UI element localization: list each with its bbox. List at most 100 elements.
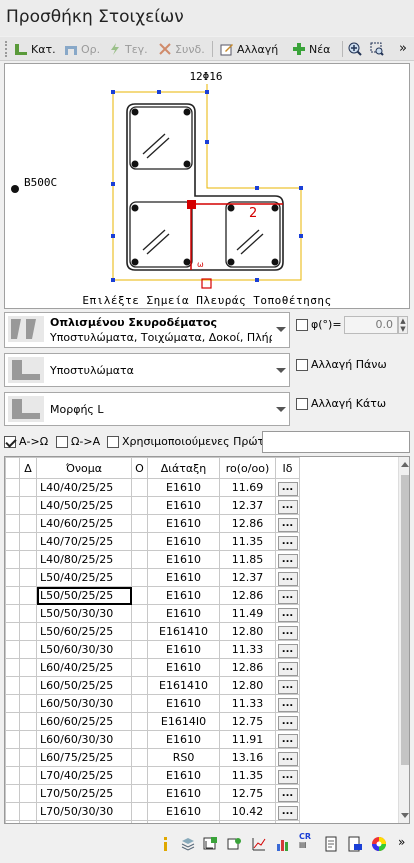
- scroll-up-icon[interactable]: [401, 462, 409, 467]
- allagi-button[interactable]: Αλλαγή: [220, 40, 278, 58]
- cell-layout[interactable]: E1610: [147, 586, 220, 605]
- cell-name[interactable]: L50/50/25/25: [36, 586, 132, 605]
- cell-ro[interactable]: 11.35: [219, 766, 276, 785]
- row-details-button[interactable]: ...: [277, 553, 298, 568]
- cell-delta[interactable]: [19, 784, 37, 803]
- cell-o[interactable]: [131, 622, 148, 641]
- document-icon[interactable]: [323, 836, 339, 852]
- row-details-button[interactable]: ...: [277, 625, 298, 640]
- table-row[interactable]: L60/60/25/25 E1614Ι0 12.75...: [5, 712, 300, 731]
- row-selector[interactable]: [5, 586, 20, 605]
- table-row[interactable]: L70/50/30/30 E1610 10.42...: [5, 802, 300, 821]
- row-selector[interactable]: [5, 784, 20, 803]
- cell-name[interactable]: L40/70/25/25: [36, 532, 132, 551]
- row-selector[interactable]: [5, 568, 20, 587]
- cell-layout[interactable]: E1610: [147, 604, 220, 623]
- cell-layout[interactable]: E1610: [147, 640, 220, 659]
- kat-button[interactable]: Κατ.: [14, 40, 56, 58]
- cell-layout[interactable]: E161410: [147, 676, 220, 695]
- cell-layout[interactable]: [147, 820, 220, 823]
- cell-properties[interactable]: ...: [275, 568, 300, 587]
- cell-o[interactable]: [131, 640, 148, 659]
- color-wheel-icon[interactable]: [371, 836, 387, 852]
- zoom-window-button[interactable]: [370, 40, 384, 58]
- cell-ro[interactable]: 11.49: [219, 604, 276, 623]
- table-row[interactable]: L50/60/30/30 E1610 11.33...: [5, 640, 300, 659]
- cell-name[interactable]: L50/60/25/25: [36, 622, 132, 641]
- sort-a-to-o-checkbox[interactable]: Α->Ω: [4, 435, 48, 448]
- table-row[interactable]: L60/50/30/30 E1610 11.33...: [5, 694, 300, 713]
- cell-delta[interactable]: [19, 766, 37, 785]
- cell-properties[interactable]: ...: [275, 622, 300, 641]
- cell-name[interactable]: L50/40/25/25: [36, 568, 132, 587]
- cell-delta[interactable]: [19, 514, 37, 533]
- row-selector[interactable]: [5, 622, 20, 641]
- cell-ro[interactable]: 11.35: [219, 532, 276, 551]
- table-row[interactable]: L50/50/25/25 E1610 12.86...: [5, 586, 300, 605]
- cell-ro[interactable]: 11.85: [219, 550, 276, 569]
- cell-delta[interactable]: [19, 802, 37, 821]
- nea-button[interactable]: Νέα: [292, 40, 330, 58]
- sort-o-to-a-checkbox[interactable]: Ω->Α: [56, 435, 100, 448]
- row-details-button[interactable]: ...: [277, 607, 298, 622]
- cell-o[interactable]: [131, 766, 148, 785]
- row-details-button[interactable]: ...: [277, 805, 298, 820]
- row-selector[interactable]: [5, 694, 20, 713]
- cell-properties[interactable]: ...: [275, 748, 300, 767]
- cr-button[interactable]: CR ▤: [299, 833, 315, 849]
- cell-properties[interactable]: ...: [275, 784, 300, 803]
- cell-delta[interactable]: [19, 676, 37, 695]
- row-details-button[interactable]: ...: [277, 769, 298, 784]
- info-icon[interactable]: [157, 836, 173, 852]
- bar-chart-icon[interactable]: [275, 836, 291, 852]
- cell-delta[interactable]: [19, 550, 37, 569]
- cell-layout[interactable]: E1610: [147, 532, 220, 551]
- cell-delta[interactable]: [19, 568, 37, 587]
- cell-properties[interactable]: ...: [275, 694, 300, 713]
- table-row[interactable]: L40/70/25/25 E1610 11.35...: [5, 532, 300, 551]
- row-selector[interactable]: [5, 712, 20, 731]
- toolbar-overflow-button[interactable]: »: [399, 39, 407, 57]
- row-selector[interactable]: [5, 478, 20, 497]
- cell-delta[interactable]: [19, 694, 37, 713]
- cell-layout[interactable]: E161410: [147, 622, 220, 641]
- cell-layout[interactable]: E1610: [147, 784, 220, 803]
- cell-delta[interactable]: [19, 622, 37, 641]
- cell-name[interactable]: L60/75/25/25: [36, 748, 132, 767]
- cell-name[interactable]: L50/50/30/30: [36, 604, 132, 623]
- cell-layout[interactable]: E1610: [147, 514, 220, 533]
- header-layout[interactable]: Διάταξη: [147, 457, 220, 479]
- cell-o[interactable]: [131, 496, 148, 515]
- cell-ro[interactable]: 11.91: [219, 730, 276, 749]
- cell-properties[interactable]: ...: [275, 604, 300, 623]
- cell-layout[interactable]: E1610: [147, 802, 220, 821]
- toolbar-grip[interactable]: [5, 41, 8, 57]
- cell-name[interactable]: L40/80/25/25: [36, 550, 132, 569]
- filter-input[interactable]: [262, 431, 410, 453]
- cell-o[interactable]: [131, 658, 148, 677]
- cell-o[interactable]: [131, 604, 148, 623]
- cell-name[interactable]: L40/40/25/25: [36, 478, 132, 497]
- row-details-button[interactable]: ...: [277, 517, 298, 532]
- synd-button[interactable]: Συνδ.: [158, 40, 205, 58]
- row-selector[interactable]: [5, 496, 20, 515]
- row-selector[interactable]: [5, 532, 20, 551]
- cell-name[interactable]: L40/60/25/25: [36, 514, 132, 533]
- cell-ro[interactable]: 10.42: [219, 802, 276, 821]
- header-o[interactable]: Ο: [131, 457, 148, 479]
- cell-o[interactable]: [131, 820, 148, 823]
- cell-layout[interactable]: E1614Ι0: [147, 712, 220, 731]
- cell-ro[interactable]: 11.33: [219, 694, 276, 713]
- cell-ro[interactable]: 12.37: [219, 496, 276, 515]
- cell-ro[interactable]: 12.86: [219, 586, 276, 605]
- cell-layout[interactable]: E1610: [147, 694, 220, 713]
- cell-properties[interactable]: ...: [275, 676, 300, 695]
- cell-delta[interactable]: [19, 730, 37, 749]
- cell-properties[interactable]: ...: [275, 730, 300, 749]
- row-selector[interactable]: [5, 730, 20, 749]
- table-row[interactable]: L40/40/25/25 E1610 11.69...: [5, 478, 300, 497]
- bottom-toolbar-overflow[interactable]: »: [398, 835, 414, 851]
- cell-ro[interactable]: 12.75: [219, 712, 276, 731]
- cell-o[interactable]: [131, 514, 148, 533]
- table-row[interactable]: L40/50/25/25 E1610 12.37...: [5, 496, 300, 515]
